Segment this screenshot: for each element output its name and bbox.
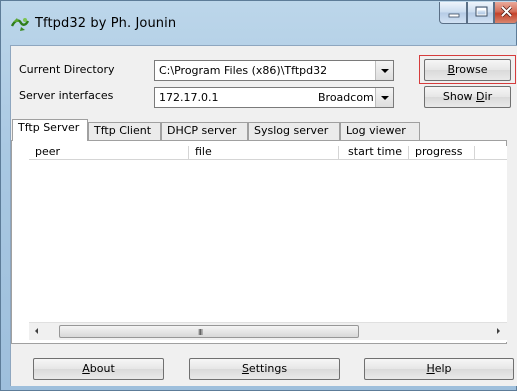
settings-button[interactable]: Settings xyxy=(189,358,340,380)
client-area: Current Directory C:\Program Files (x86)… xyxy=(10,45,517,386)
server-interfaces-adapter: Broadcom xyxy=(318,91,374,104)
scroll-thumb[interactable]: III xyxy=(59,325,359,338)
window-title: Tftpd32 by Ph. Jounin xyxy=(35,16,177,31)
close-button[interactable] xyxy=(494,2,517,24)
help-label-accel: H xyxy=(426,362,435,375)
settings-label-accel: S xyxy=(241,362,249,375)
scroll-right-button[interactable] xyxy=(490,323,507,340)
tab-syslog-server[interactable]: Syslog server xyxy=(248,122,340,140)
server-interfaces-combo[interactable]: 172.17.0.1 Broadcom xyxy=(154,87,394,108)
about-label-post: bout xyxy=(89,362,115,375)
settings-label-post: ettings xyxy=(248,362,288,375)
browse-label-post: rowse xyxy=(455,63,488,76)
about-button[interactable]: About xyxy=(33,358,164,380)
server-interfaces-dropdown[interactable] xyxy=(375,88,393,107)
column-header-filler xyxy=(475,146,507,160)
minimize-button[interactable] xyxy=(439,2,467,24)
minimize-icon xyxy=(448,13,460,18)
transfer-list[interactable]: peer file start time progress xyxy=(29,146,507,342)
maximize-icon xyxy=(475,6,488,17)
server-interfaces-label: Server interfaces xyxy=(19,89,114,102)
tab-tftp-server[interactable]: Tftp Server xyxy=(12,119,88,141)
chevron-down-icon xyxy=(381,96,389,100)
browse-label-accel: B xyxy=(447,63,456,76)
tab-strip: Tftp Server Tftp Client DHCP server Sysl… xyxy=(11,119,517,141)
arrow-right-icon xyxy=(497,328,500,334)
tftpd-app-icon xyxy=(10,14,30,34)
column-header-start-time[interactable]: start time xyxy=(339,146,409,160)
column-header-peer[interactable]: peer xyxy=(29,146,189,160)
current-directory-value: C:\Program Files (x86)\Tftpd32 xyxy=(159,64,328,77)
tab-label: Tftp Server xyxy=(18,121,80,134)
arrow-left-icon xyxy=(35,328,38,334)
current-directory-dropdown[interactable] xyxy=(375,61,393,80)
help-button[interactable]: Help xyxy=(364,358,514,380)
scroll-left-button[interactable] xyxy=(29,323,46,340)
show-dir-button[interactable]: Show Dir xyxy=(424,86,511,108)
title-bar[interactable]: Tftpd32 by Ph. Jounin xyxy=(1,1,517,45)
chevron-down-icon xyxy=(381,69,389,73)
column-header-progress[interactable]: progress xyxy=(409,146,475,160)
show-dir-label-pre: Show xyxy=(442,90,477,103)
show-dir-label-post: ir xyxy=(484,90,493,103)
column-header-file[interactable]: file xyxy=(189,146,339,160)
tab-dhcp-server[interactable]: DHCP server xyxy=(161,122,248,140)
tab-tftp-client[interactable]: Tftp Client xyxy=(88,122,161,140)
close-icon xyxy=(500,5,513,18)
tab-label: Tftp Client xyxy=(94,124,152,137)
about-label-accel: A xyxy=(82,362,90,375)
current-directory-label: Current Directory xyxy=(19,63,115,76)
tab-label: Syslog server xyxy=(254,124,329,137)
show-dir-label-accel: D xyxy=(476,90,485,103)
tab-label: DHCP server xyxy=(167,124,237,137)
current-directory-combo[interactable]: C:\Program Files (x86)\Tftpd32 xyxy=(154,60,394,81)
scroll-grip: III xyxy=(198,328,203,337)
server-interfaces-ip: 172.17.0.1 xyxy=(159,91,219,104)
tab-log-viewer[interactable]: Log viewer xyxy=(340,122,420,140)
browse-button[interactable]: Browse xyxy=(424,59,511,81)
tab-label: Log viewer xyxy=(346,124,406,137)
help-label-post: elp xyxy=(434,362,452,375)
horizontal-scrollbar[interactable]: III xyxy=(29,322,507,340)
app-window: Tftpd32 by Ph. Jounin Current Directory … xyxy=(0,0,517,391)
maximize-button[interactable] xyxy=(467,2,494,24)
